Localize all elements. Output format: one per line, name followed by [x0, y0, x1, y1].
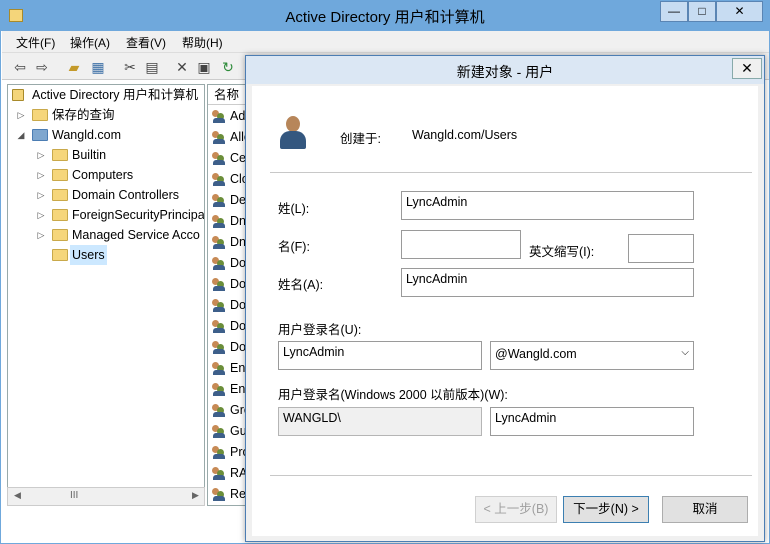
directory-icon [12, 89, 24, 101]
create-in-value: Wangld.com/Users [412, 128, 518, 142]
user-group-icon [212, 110, 226, 123]
minimize-button[interactable]: — [660, 1, 688, 22]
dialog-title: 新建对象 - 用户 [456, 64, 554, 80]
create-in-label: 创建于: [340, 132, 381, 146]
back-arrow-icon[interactable]: ⇦ [10, 57, 30, 77]
window-title: Active Directory 用户和计算机 [285, 9, 485, 26]
paste-icon[interactable]: ▤ [142, 57, 162, 77]
full-name-label: 姓名(A): [278, 278, 324, 292]
menu-action[interactable]: 操作(A) [70, 34, 110, 51]
collapse-arrow-icon[interactable]: ◢ [16, 125, 26, 145]
back-button[interactable]: < 上一步(B) [475, 496, 557, 523]
upn-suffix-value: @Wangld.com [495, 347, 577, 361]
user-group-icon [212, 278, 226, 291]
scroll-left-icon[interactable]: ◀ [14, 490, 21, 501]
expand-arrow-icon[interactable]: ▷ [36, 185, 46, 205]
dialog-body: 创建于: Wangld.com/Users 姓(L): LyncAdmin 名(… [252, 86, 758, 536]
scroll-thumb-grip-icon[interactable]: III [70, 490, 78, 501]
cancel-button[interactable]: 取消 [662, 496, 748, 523]
console-icon[interactable]: ▦ [88, 57, 108, 77]
delete-icon[interactable]: ✕ [172, 57, 192, 77]
properties-icon[interactable]: ▣ [194, 57, 214, 77]
user-group-icon [212, 173, 226, 186]
folder-up-icon[interactable]: ▰ [64, 57, 84, 77]
first-name-label: 名(F): [278, 240, 310, 254]
user-group-icon [212, 194, 226, 207]
folder-icon [52, 209, 68, 221]
dialog-title-bar: 新建对象 - 用户 ✕ [246, 56, 764, 84]
list-item-name: Ad [230, 109, 246, 123]
initials-field[interactable] [628, 234, 694, 263]
list-item-name: Dn [230, 235, 246, 249]
list-item-name: De [230, 193, 246, 207]
list-item-name: Do [230, 340, 246, 354]
logon-name-label: 用户登录名(U): [278, 323, 362, 337]
menu-bar: 文件(F) 操作(A) 查看(V) 帮助(H) [2, 31, 769, 53]
expand-arrow-icon[interactable]: ▷ [16, 105, 26, 125]
logon-name-field[interactable]: LyncAdmin [278, 341, 482, 370]
console-tree: Active Directory 用户和计算机 ▷ 保存的查询 ◢ Wangld… [7, 84, 205, 506]
user-group-icon [212, 236, 226, 249]
expand-arrow-icon[interactable]: ▷ [36, 145, 46, 165]
user-group-icon [212, 446, 226, 459]
expand-arrow-icon[interactable]: ▷ [36, 205, 46, 225]
divider [270, 475, 752, 476]
user-group-icon [212, 383, 226, 396]
last-name-label: 姓(L): [278, 202, 310, 216]
menu-view[interactable]: 查看(V) [126, 34, 166, 51]
title-bar: Active Directory 用户和计算机 — □ ✕ [1, 1, 769, 31]
user-group-icon [212, 152, 226, 165]
domain-icon [32, 129, 48, 141]
list-item-name: Do [230, 298, 246, 312]
full-name-field[interactable]: LyncAdmin [401, 268, 694, 297]
close-button[interactable]: ✕ [716, 1, 763, 22]
first-name-field[interactable] [401, 230, 521, 259]
cut-icon[interactable]: ✂ [120, 57, 140, 77]
user-icon [278, 116, 308, 152]
expand-arrow-icon[interactable]: ▷ [36, 225, 46, 245]
tree-item-users[interactable]: Users [12, 245, 107, 265]
forward-arrow-icon[interactable]: ⇨ [32, 57, 52, 77]
user-group-icon [212, 467, 226, 480]
menu-help[interactable]: 帮助(H) [182, 34, 223, 51]
folder-icon [52, 189, 68, 201]
pre2000-domain-field: WANGLD\ [278, 407, 482, 436]
user-group-icon [212, 320, 226, 333]
list-item-name: Do [230, 319, 246, 333]
tree-horizontal-scrollbar[interactable]: ◀ III ▶ [7, 487, 205, 506]
new-user-dialog: 新建对象 - 用户 ✕ 创建于: Wangld.com/Users 姓(L): … [245, 55, 765, 542]
expand-arrow-icon[interactable]: ▷ [36, 165, 46, 185]
user-group-icon [212, 299, 226, 312]
list-item-name: Do [230, 256, 246, 270]
pre2000-name-field[interactable]: LyncAdmin [490, 407, 694, 436]
list-item-name: Dn [230, 214, 246, 228]
user-group-icon [212, 215, 226, 228]
menu-file[interactable]: 文件(F) [16, 34, 55, 51]
user-group-icon [212, 362, 226, 375]
user-group-icon [212, 425, 226, 438]
folder-icon [52, 149, 68, 161]
folder-icon [52, 249, 68, 261]
scroll-right-icon[interactable]: ▶ [192, 490, 199, 501]
folder-icon [32, 109, 48, 121]
folder-icon [52, 229, 68, 241]
divider [270, 172, 752, 173]
user-group-icon [212, 488, 226, 501]
user-group-icon [212, 257, 226, 270]
chevron-down-icon[interactable]: ⌵ [681, 347, 689, 358]
list-item-name: Do [230, 277, 246, 291]
maximize-button[interactable]: □ [688, 1, 716, 22]
folder-icon [52, 169, 68, 181]
initials-label: 英文缩写(I): [529, 245, 595, 259]
pre2000-label: 用户登录名(Windows 2000 以前版本)(W): [278, 388, 508, 402]
next-button[interactable]: 下一步(N) > [563, 496, 649, 523]
user-group-icon [212, 131, 226, 144]
last-name-field[interactable]: LyncAdmin [401, 191, 694, 220]
user-group-icon [212, 404, 226, 417]
user-group-icon [212, 341, 226, 354]
upn-suffix-select[interactable]: @Wangld.com ⌵ [490, 341, 694, 370]
dialog-close-button[interactable]: ✕ [732, 58, 762, 79]
refresh-icon[interactable]: ↻ [218, 57, 238, 77]
